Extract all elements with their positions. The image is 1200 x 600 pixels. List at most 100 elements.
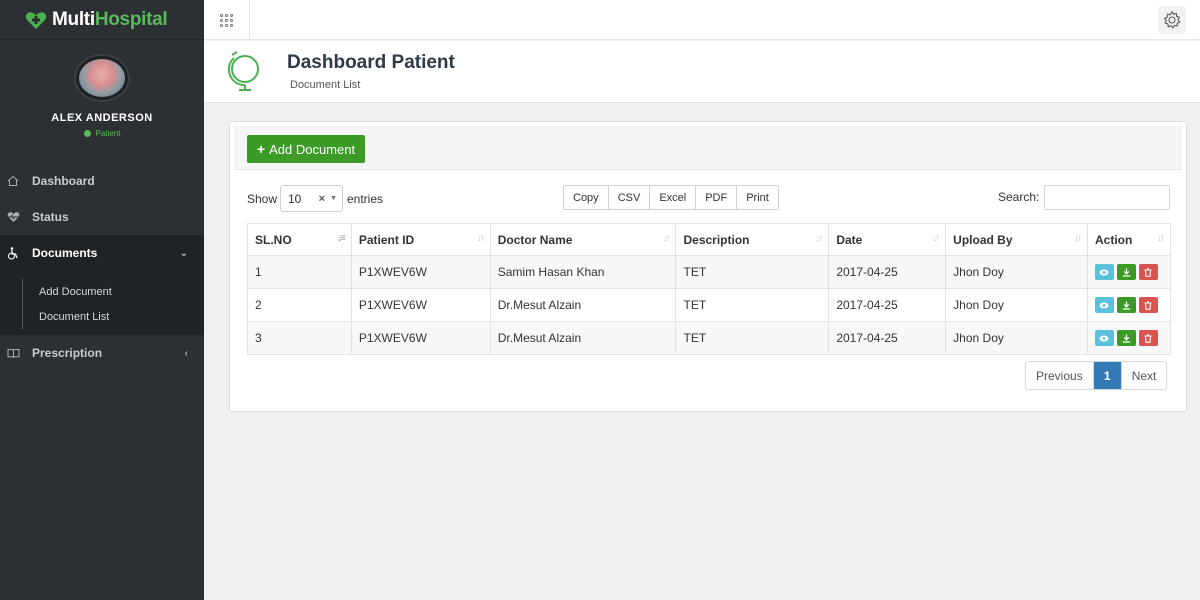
page-subtitle: Document List — [290, 79, 361, 91]
table-header-row: SL.NO ↓≡ Patient ID ↓↑ Doctor Name ↓↑ Descr… — [247, 223, 1172, 256]
download-button[interactable] — [1116, 297, 1136, 313]
eye-icon — [1099, 335, 1109, 341]
sort-icon: ↓↑ — [1157, 233, 1165, 244]
column-header-patient-id[interactable]: Patient ID ↓↑ — [350, 223, 491, 256]
sidebar-nav: Dashboard Status Documents ⌄ Add Documen… — [0, 163, 204, 371]
download-icon — [1122, 334, 1131, 343]
view-button[interactable] — [1094, 297, 1114, 313]
column-header-sl-no[interactable]: SL.NO ↓≡ — [247, 223, 352, 256]
search-label: Search: — [998, 190, 1040, 204]
cell-upload-by: Jhon Doy — [945, 255, 1088, 289]
grid-icon — [220, 13, 233, 27]
pagination: Previous 1 Next — [1025, 361, 1168, 390]
delete-button[interactable] — [1138, 297, 1158, 313]
cell-patient-id: P1XWEV6W — [350, 321, 491, 355]
documents-submenu: Add Document Document List — [0, 271, 204, 335]
panel-toolbar: + Add Document — [234, 126, 1182, 170]
export-button-group: Copy CSV Excel PDF Print — [563, 185, 779, 210]
clear-icon[interactable]: × — [319, 193, 325, 205]
pdf-button[interactable]: PDF — [696, 186, 738, 209]
cell-patient-id: P1XWEV6W — [350, 288, 491, 322]
sidebar-item-label: Prescription — [32, 346, 103, 360]
view-button[interactable] — [1094, 330, 1114, 346]
status-dot-icon — [83, 130, 91, 137]
chevron-left-icon: ‹ — [184, 347, 188, 359]
sort-icon: ↓↑ — [662, 233, 670, 244]
home-icon — [6, 174, 20, 188]
page-title: Dashboard Patient — [287, 52, 455, 73]
chevron-down-icon: ⌄ — [179, 247, 188, 259]
cell-doctor-name: Samim Hasan Khan — [489, 255, 677, 289]
trash-icon — [1144, 333, 1152, 343]
cell-sl-no: 1 — [247, 255, 352, 289]
sort-icon: ↓↑ — [476, 233, 485, 244]
globe-icon — [228, 51, 259, 91]
entries-select[interactable]: 10 × ▼ — [280, 185, 343, 212]
column-header-description[interactable]: Description ↓↑ — [675, 223, 830, 256]
column-header-upload-by[interactable]: Upload By ↓↑ — [945, 223, 1088, 256]
profile-name: ALEX ANDERSON — [51, 112, 153, 124]
column-header-action[interactable]: Action ↓↑ — [1086, 223, 1172, 256]
avatar[interactable] — [76, 56, 128, 100]
documents-table: SL.NO ↓≡ Patient ID ↓↑ Doctor Name ↓↑ Descr… — [247, 223, 1172, 355]
heartbeat-icon — [6, 210, 20, 224]
cell-actions — [1086, 321, 1172, 355]
wheelchair-icon — [6, 246, 20, 260]
column-header-date[interactable]: Date ↓↑ — [828, 223, 947, 256]
column-header-doctor-name[interactable]: Doctor Name ↓↑ — [489, 223, 677, 256]
gear-icon — [1163, 10, 1181, 29]
sidebar-item-label: Status — [32, 210, 69, 224]
csv-button[interactable]: CSV — [608, 186, 651, 209]
add-document-button[interactable]: + Add Document — [247, 135, 365, 163]
delete-button[interactable] — [1138, 264, 1158, 280]
sort-asc-icon: ↓≡ — [337, 233, 346, 244]
page-header: Dashboard Patient Document List — [204, 41, 1200, 103]
profile-role: Patient — [83, 129, 120, 138]
cell-description: TET — [675, 321, 830, 355]
eye-icon — [1099, 269, 1109, 275]
cell-doctor-name: Dr.Mesut Alzain — [489, 288, 677, 322]
sidebar-item-label: Documents — [32, 246, 98, 260]
sort-icon: ↓↑ — [815, 233, 823, 244]
search-input[interactable] — [1044, 185, 1170, 210]
cell-actions — [1086, 288, 1172, 322]
copy-button[interactable]: Copy — [564, 186, 609, 209]
plus-icon: + — [256, 141, 266, 157]
page-1-button[interactable]: 1 — [1093, 362, 1122, 389]
brand-name: MultiHospital — [52, 8, 168, 30]
show-label: Show — [247, 192, 278, 206]
heart-logo-icon — [25, 11, 47, 29]
delete-button[interactable] — [1138, 330, 1158, 346]
sort-icon: ↓↑ — [932, 233, 940, 244]
download-button[interactable] — [1116, 330, 1136, 346]
submenu-item-add-document[interactable]: Add Document — [22, 279, 204, 304]
view-button[interactable] — [1094, 264, 1114, 280]
apps-grid-button[interactable] — [204, 0, 250, 40]
download-button[interactable] — [1116, 264, 1136, 280]
cell-doctor-name: Dr.Mesut Alzain — [489, 321, 677, 355]
trash-icon — [1144, 300, 1152, 310]
sidebar-item-dashboard[interactable]: Dashboard — [0, 163, 204, 199]
cell-patient-id: P1XWEV6W — [350, 255, 491, 289]
cell-description: TET — [675, 255, 830, 289]
entries-label: entries — [347, 192, 384, 206]
cell-description: TET — [675, 288, 830, 322]
excel-button[interactable]: Excel — [650, 186, 697, 209]
cell-date: 2017-04-25 — [828, 255, 947, 289]
entries-value: 10 — [288, 191, 302, 206]
submenu-item-document-list[interactable]: Document List — [22, 304, 204, 329]
cell-date: 2017-04-25 — [828, 321, 947, 355]
sidebar-item-status[interactable]: Status — [0, 199, 204, 235]
previous-page-button[interactable]: Previous — [1026, 362, 1094, 389]
brand[interactable]: MultiHospital — [0, 0, 204, 40]
document-list-panel: + Add Document Show 10 × ▼ entries Copy … — [229, 121, 1187, 412]
next-page-button[interactable]: Next — [1121, 362, 1167, 389]
settings-button[interactable] — [1158, 6, 1186, 34]
cell-upload-by: Jhon Doy — [945, 321, 1088, 355]
print-button[interactable]: Print — [737, 186, 778, 209]
topbar — [204, 0, 1200, 40]
sidebar-item-prescription[interactable]: Prescription ‹ — [0, 335, 204, 371]
download-icon — [1122, 301, 1131, 310]
eye-icon — [1099, 302, 1109, 308]
sidebar-item-documents[interactable]: Documents ⌄ — [0, 235, 204, 271]
